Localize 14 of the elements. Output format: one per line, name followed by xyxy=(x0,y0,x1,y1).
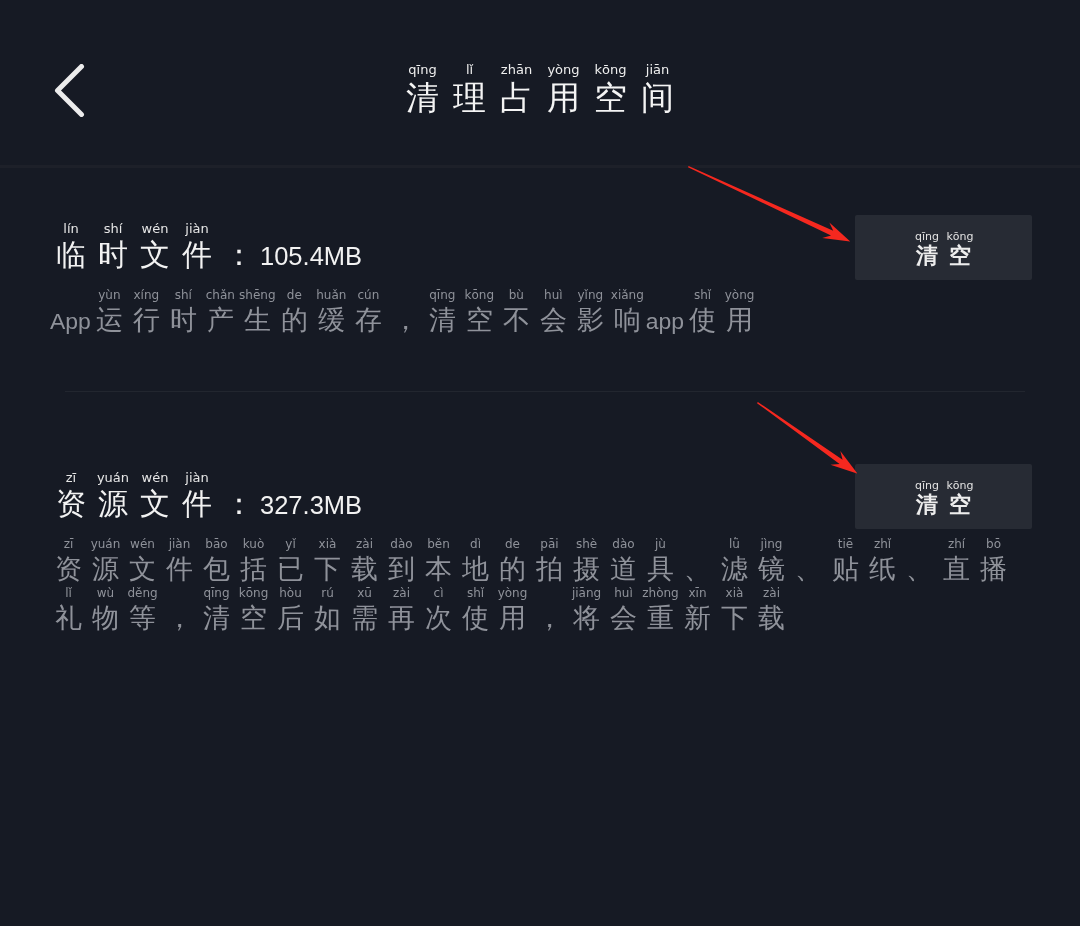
pinyin-line: zī yuán wén jiàn xyxy=(64,470,210,485)
description-text: 资源文件包括已下载到本地的拍摄道具、滤镜、贴纸、直播 xyxy=(54,551,1008,586)
pinyin-line: zī yuán wén jiàn bāo kuò yǐ xià zài dào běn dì de pāi shè dào jù lǜ jìng tiē zhǐ zhí bō xyxy=(62,536,1002,552)
pinyin-line: qīng lǐ zhān yòng kōng jiān xyxy=(407,61,671,77)
pinyin-line: lín shí wén jiàn xyxy=(62,221,210,237)
clear-button[interactable]: qīng kōng 清空 xyxy=(855,215,1032,280)
section-title: 临时文件：105.4MB xyxy=(55,236,363,274)
back-icon xyxy=(54,63,85,117)
section-title: 资源文件：327.3MB xyxy=(55,485,363,523)
clear-button[interactable]: qīng kōng 清空 xyxy=(855,463,1032,529)
page-title: 清理占用空间 xyxy=(405,77,675,119)
description-text: 礼物等，清空后如需再次使用，将会重新下载 xyxy=(54,600,786,635)
pinyin-line: yùn xíng shí chǎn shēng de huǎn cún qīng kōng bù huì yǐng xiǎng shǐ yòng xyxy=(97,288,756,303)
pinyin-line: lǐ wù děng qīng kōng hòu rú xū zài cì shǐ yòng jiāng huì zhòng xīn xià zài xyxy=(64,585,781,601)
